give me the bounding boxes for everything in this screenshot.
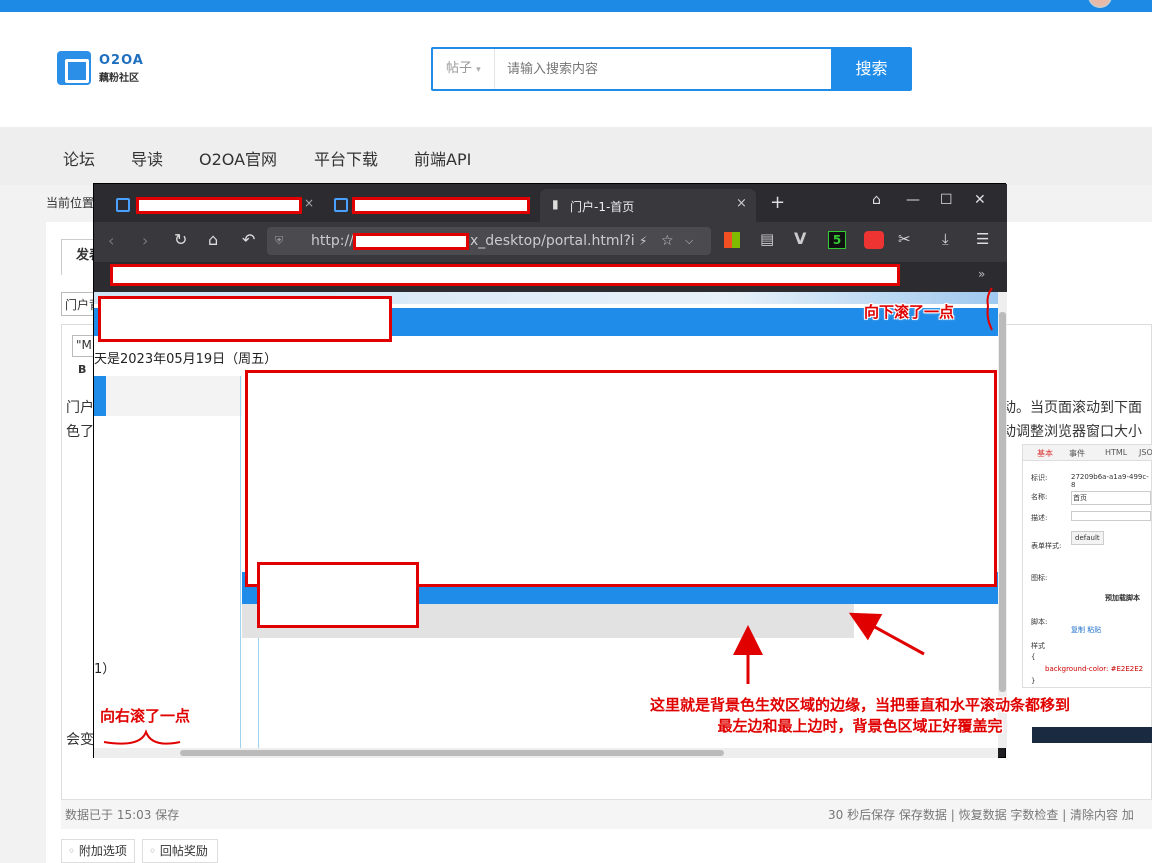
- annotation-arrows: [103, 287, 993, 745]
- scroll-down-bracket: [986, 287, 993, 331]
- arrow-left: [848, 612, 925, 656]
- scroll-right-bracket: [103, 729, 181, 745]
